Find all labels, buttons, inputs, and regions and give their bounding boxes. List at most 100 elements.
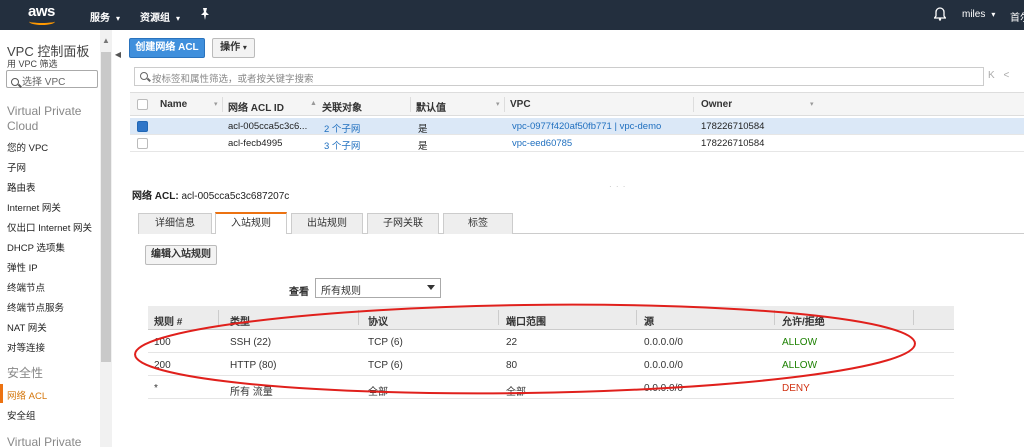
pagination-controls[interactable]: K < (988, 70, 1012, 81)
sidebar-item-internet-gateways[interactable]: Internet 网关 (7, 200, 61, 214)
cell-protocol: TCP (6) (368, 337, 403, 348)
cell-associated-link[interactable]: 2 个子网 (324, 121, 360, 135)
filter-search-input[interactable]: 按标签和属性筛选，或者按关键字搜索 (134, 67, 984, 86)
column-divider (358, 310, 359, 325)
sidebar-item-endpoints[interactable]: 终端节点 (7, 280, 45, 294)
sidebar-item-elastic-ips[interactable]: 弹性 IP (7, 260, 38, 274)
view-rules-select[interactable]: 所有规则 (315, 278, 441, 298)
actions-label: 操作 (220, 42, 241, 53)
cell-type: HTTP (80) (230, 360, 277, 371)
tab-details[interactable]: 详细信息 (138, 213, 212, 234)
column-header-port-range: 端口范围 (506, 317, 546, 328)
column-header-default[interactable]: 默认值 (416, 99, 446, 114)
cell-vpc-link[interactable]: vpc-0977f420af50fb771 | vpc-demo (512, 121, 661, 132)
search-icon (140, 72, 148, 80)
section-virtual-private-network: Virtual Private (7, 435, 82, 447)
column-header-owner[interactable]: Owner (701, 99, 732, 110)
sidebar-item-dhcp-options[interactable]: DHCP 选项集 (7, 240, 65, 254)
column-divider (410, 97, 411, 112)
chevron-down-icon: ▾ (991, 10, 996, 19)
chevron-down-icon: ▾ (176, 14, 181, 23)
top-navigation-bar: aws 服务 ▾ 资源组 ▾ miles ▾ 首尔 (0, 0, 1024, 30)
table-header: Name ▾ 网络 ACL ID ▲ 关联对象 默认值 ▾ VPC Owner … (130, 92, 1024, 116)
tab-subnet-associations[interactable]: 子网关联 (367, 213, 439, 234)
services-label: 服务 (90, 13, 110, 24)
main-content: 创建网络 ACL 操作 ▾ 按标签和属性筛选，或者按关键字搜索 K < Name… (124, 30, 1024, 447)
table-row[interactable]: acl-fecb4995 3 个子网 是 vpc-eed60785 178226… (130, 135, 1024, 152)
sidebar: ▲ VPC 控制面板 用 VPC 筛选 选择 VPC Virtual Priva… (0, 30, 112, 447)
column-divider (498, 310, 499, 325)
column-header-rule-number: 规则 # (154, 317, 183, 328)
sort-icon[interactable]: ▾ (214, 100, 218, 108)
aws-smile-icon (29, 18, 55, 25)
tab-inbound-rules[interactable]: 入站规则 (215, 212, 287, 234)
resource-groups-menu[interactable]: 资源组 ▾ (140, 9, 180, 24)
cell-default: 是 (418, 141, 428, 152)
section-virtual-private-cloud: Virtual Private Cloud (7, 104, 82, 133)
cell-rule-number: 100 (154, 337, 171, 348)
user-menu[interactable]: miles ▾ (962, 9, 995, 20)
rule-row: * 所有 流量 全部 全部 0.0.0.0/0 DENY (148, 377, 954, 399)
sort-ascending-icon[interactable]: ▲ (310, 100, 317, 107)
rules-table-header: 规则 # 类型 协议 端口范围 源 允许/拒绝 (148, 306, 954, 330)
collapse-sidebar-icon[interactable]: ◀ (113, 50, 123, 64)
cell-associated-link[interactable]: 3 个子网 (324, 138, 360, 152)
cell-port-range: 22 (506, 337, 518, 348)
cell-port-range: 全部 (506, 387, 526, 398)
column-divider (774, 310, 775, 325)
acl-id-value: acl-005cca5c3c687207c (181, 191, 290, 202)
column-divider (693, 97, 694, 112)
cell-protocol: 全部 (368, 387, 388, 398)
column-header-name[interactable]: Name (160, 99, 187, 110)
acl-label: 网络 ACL: (132, 191, 179, 202)
select-all-checkbox[interactable] (137, 99, 148, 110)
table-row[interactable]: acl-005cca5c3c6... 2 个子网 是 vpc-0977f420a… (130, 118, 1024, 135)
column-header-vpc[interactable]: VPC (510, 99, 531, 110)
panel-resize-handle[interactable]: · · · (609, 182, 626, 191)
sidebar-item-route-tables[interactable]: 路由表 (7, 180, 36, 194)
sidebar-item-nat-gateways[interactable]: NAT 网关 (7, 320, 47, 334)
sidebar-item-security-groups[interactable]: 安全组 (7, 408, 36, 422)
section-security: 安全性 (7, 366, 44, 380)
cell-vpc-link[interactable]: vpc-eed60785 (512, 138, 572, 149)
search-icon (11, 78, 19, 86)
scroll-up-icon[interactable]: ▲ (102, 36, 110, 45)
create-network-acl-button[interactable]: 创建网络 ACL (129, 38, 205, 58)
sidebar-item-endpoint-services[interactable]: 终端节点服务 (7, 300, 64, 314)
sort-icon[interactable]: ▾ (810, 100, 814, 108)
column-divider (504, 97, 505, 112)
cell-owner: 178226710584 (701, 138, 765, 149)
tab-tags[interactable]: 标签 (443, 213, 513, 234)
sidebar-item-peering[interactable]: 对等连接 (7, 340, 45, 354)
region-menu[interactable]: 首尔 (1010, 9, 1024, 24)
detail-tabs: 详细信息 入站规则 出站规则 子网关联 标签 (138, 212, 1024, 234)
cell-default: 是 (418, 124, 428, 135)
row-checkbox[interactable] (137, 138, 148, 149)
view-label: 查看 (289, 287, 309, 298)
resource-groups-label: 资源组 (140, 13, 170, 24)
rule-row: 200 HTTP (80) TCP (6) 80 0.0.0.0/0 ALLOW (148, 354, 954, 376)
cell-owner: 178226710584 (701, 121, 765, 132)
pin-icon[interactable] (200, 8, 210, 23)
column-divider (636, 310, 637, 325)
sidebar-item-your-vpcs[interactable]: 您的 VPC (7, 140, 48, 154)
sidebar-item-network-acls[interactable]: 网络 ACL (7, 388, 47, 402)
row-checkbox[interactable] (137, 121, 148, 132)
vpc-filter-placeholder: 选择 VPC (22, 77, 66, 88)
cell-action-deny: DENY (782, 383, 810, 394)
rule-row: 100 SSH (22) TCP (6) 22 0.0.0.0/0 ALLOW (148, 331, 954, 353)
aws-logo[interactable]: aws (26, 2, 60, 28)
column-header-acl-id[interactable]: 网络 ACL ID (228, 99, 284, 114)
services-menu[interactable]: 服务 ▾ (90, 9, 120, 24)
column-header-protocol: 协议 (368, 317, 388, 328)
sidebar-item-subnets[interactable]: 子网 (7, 160, 26, 174)
vpc-filter-select[interactable]: 选择 VPC (6, 70, 98, 88)
sidebar-item-egress-only-gateways[interactable]: 仅出口 Internet 网关 (7, 220, 92, 234)
sort-icon[interactable]: ▾ (496, 100, 500, 108)
sidebar-scroll-thumb[interactable] (101, 52, 111, 362)
tab-outbound-rules[interactable]: 出站规则 (291, 213, 363, 234)
actions-button[interactable]: 操作 ▾ (212, 38, 255, 58)
column-header-associated[interactable]: 关联对象 (322, 99, 362, 114)
bell-icon[interactable] (933, 7, 947, 21)
edit-inbound-rules-button[interactable]: 编辑入站规则 (145, 245, 217, 265)
